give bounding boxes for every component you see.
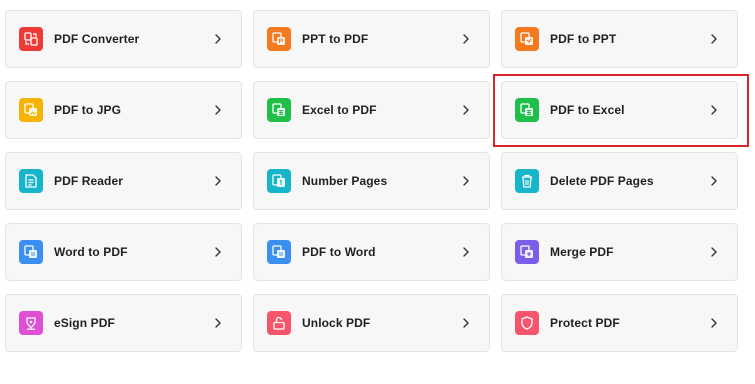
tool-card-pdf-to-ppt[interactable]: PDF to PPT xyxy=(501,10,738,68)
tool-card-label: PDF to JPG xyxy=(54,103,122,117)
number-pages-icon xyxy=(267,169,291,193)
chevron-right-icon xyxy=(707,245,721,259)
tool-card-label: Delete PDF Pages xyxy=(550,174,654,188)
tool-card-label: Excel to PDF xyxy=(302,103,377,117)
tool-card-ppt-to-pdf[interactable]: PPT to PDF xyxy=(253,10,490,68)
word-to-pdf-icon xyxy=(19,240,43,264)
tool-card-pdf-to-word[interactable]: PDF to Word xyxy=(253,223,490,281)
tool-card-pdf-reader[interactable]: PDF Reader xyxy=(5,152,242,210)
pdf-to-word-icon xyxy=(267,240,291,264)
esign-pdf-icon xyxy=(19,311,43,335)
tool-card-label: Unlock PDF xyxy=(302,316,371,330)
ppt-to-pdf-icon xyxy=(267,27,291,51)
merge-pdf-icon xyxy=(515,240,539,264)
tool-card-label: PDF Converter xyxy=(54,32,140,46)
tool-card-label: Protect PDF xyxy=(550,316,620,330)
pdf-to-ppt-icon xyxy=(515,27,539,51)
chevron-right-icon xyxy=(459,316,473,330)
chevron-right-icon xyxy=(211,32,225,46)
pdf-to-jpg-icon xyxy=(19,98,43,122)
tool-card-pdf-to-jpg[interactable]: PDF to JPG xyxy=(5,81,242,139)
tool-grid: PDF Converter PPT to PDF PDF to PPT PDF to … xyxy=(0,0,755,384)
chevron-right-icon xyxy=(707,32,721,46)
tool-card-label: Number Pages xyxy=(302,174,388,188)
chevron-right-icon xyxy=(211,245,225,259)
tool-card-word-to-pdf[interactable]: Word to PDF xyxy=(5,223,242,281)
tool-card-label: PDF to Word xyxy=(302,245,376,259)
tool-card-label: PDF Reader xyxy=(54,174,124,188)
tool-card-protect-pdf[interactable]: Protect PDF xyxy=(501,294,738,352)
excel-to-pdf-icon xyxy=(267,98,291,122)
pdf-converter-icon xyxy=(19,27,43,51)
chevron-right-icon xyxy=(211,103,225,117)
chevron-right-icon xyxy=(707,174,721,188)
tool-card-pdf-converter[interactable]: PDF Converter xyxy=(5,10,242,68)
tool-card-label: Word to PDF xyxy=(54,245,128,259)
tool-card-label: PDF to Excel xyxy=(550,103,625,117)
unlock-pdf-icon xyxy=(267,311,291,335)
tool-card-excel-to-pdf[interactable]: Excel to PDF xyxy=(253,81,490,139)
tool-card-number-pages[interactable]: Number Pages xyxy=(253,152,490,210)
chevron-right-icon xyxy=(459,174,473,188)
pdf-to-excel-icon xyxy=(515,98,539,122)
tool-card-label: PPT to PDF xyxy=(302,32,369,46)
tool-card-unlock-pdf[interactable]: Unlock PDF xyxy=(253,294,490,352)
chevron-right-icon xyxy=(211,174,225,188)
tool-card-pdf-to-excel[interactable]: PDF to Excel xyxy=(501,81,738,139)
delete-pages-icon xyxy=(515,169,539,193)
chevron-right-icon xyxy=(707,316,721,330)
chevron-right-icon xyxy=(459,32,473,46)
chevron-right-icon xyxy=(459,245,473,259)
tool-card-label: PDF to PPT xyxy=(550,32,617,46)
tool-card-merge-pdf[interactable]: Merge PDF xyxy=(501,223,738,281)
tool-card-esign-pdf[interactable]: eSign PDF xyxy=(5,294,242,352)
protect-pdf-icon xyxy=(515,311,539,335)
chevron-right-icon xyxy=(211,316,225,330)
chevron-right-icon xyxy=(459,103,473,117)
tool-card-label: eSign PDF xyxy=(54,316,115,330)
tool-card-delete-pdf-pages[interactable]: Delete PDF Pages xyxy=(501,152,738,210)
chevron-right-icon xyxy=(707,103,721,117)
pdf-reader-icon xyxy=(19,169,43,193)
tool-card-label: Merge PDF xyxy=(550,245,614,259)
